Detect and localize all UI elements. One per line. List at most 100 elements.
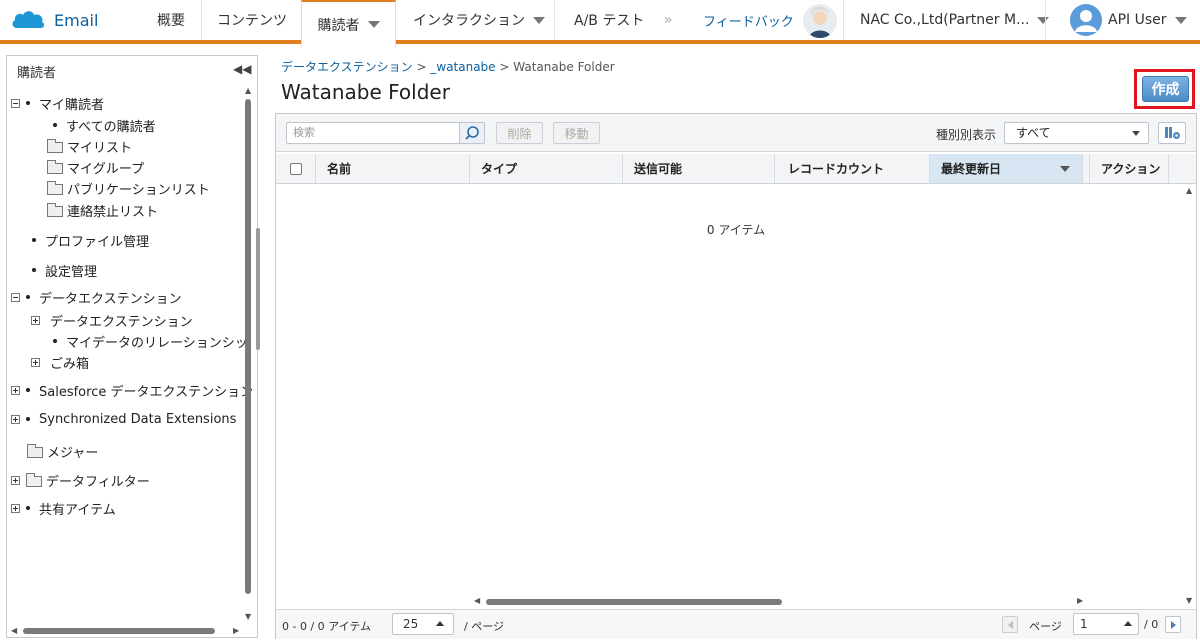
nav-subscribers-label: 購読者	[317, 17, 360, 34]
tree-item-my-lists[interactable]: マイリスト	[47, 137, 133, 156]
tree-item-synchronized-data-extensions[interactable]: Synchronized Data Extensions	[11, 410, 236, 428]
nav-subscribers[interactable]: 購読者	[301, 0, 396, 47]
tree-item-measures[interactable]: メジャー	[27, 442, 98, 461]
bullet-icon	[53, 339, 57, 343]
tree-item-preference-management[interactable]: 設定管理	[32, 261, 97, 280]
horizontal-scrollbar-thumb[interactable]	[23, 628, 215, 634]
breadcrumb-separator: >	[499, 60, 510, 74]
breadcrumb-link-data-extensions[interactable]: データエクステンション	[281, 60, 413, 74]
chevron-up-icon	[436, 621, 444, 626]
scroll-down-icon[interactable]: ▼	[1186, 596, 1192, 605]
tree-item-my-subscribers[interactable]: マイ購読者	[11, 94, 104, 113]
column-header-record-count[interactable]: レコードカウント	[775, 154, 930, 183]
tree-label: Synchronized Data Extensions	[39, 411, 237, 427]
column-header-name[interactable]: 名前	[316, 154, 470, 183]
nav-ab-test-label: A/B テスト	[574, 13, 645, 29]
nav-overflow-icon[interactable]: »	[664, 0, 673, 40]
tree-item-my-groups[interactable]: マイグループ	[47, 158, 144, 177]
scroll-left-icon[interactable]: ◀	[11, 626, 17, 635]
pane-splitter[interactable]	[256, 228, 260, 350]
nav-feedback[interactable]: フィードバック	[703, 0, 794, 40]
select-all-checkbox[interactable]	[289, 162, 302, 175]
tree-label: データエクステンション	[39, 291, 182, 307]
chevron-left-icon	[1008, 621, 1013, 629]
tree-item-data-filters[interactable]: データフィルター	[11, 471, 150, 490]
delete-button[interactable]: 削除	[496, 122, 543, 144]
nav-interactions[interactable]: インタラクション	[413, 0, 545, 40]
folder-icon	[47, 159, 63, 174]
scroll-right-icon[interactable]: ▶	[1077, 596, 1083, 605]
scroll-down-icon[interactable]: ▼	[245, 612, 251, 621]
next-page-button[interactable]	[1165, 616, 1181, 633]
expand-icon[interactable]	[11, 385, 20, 395]
tree-item-data-extensions[interactable]: データエクステンション	[11, 288, 182, 307]
page-size-select[interactable]: 25	[392, 613, 454, 635]
tree-item-recycle-bin[interactable]: ごみ箱	[31, 353, 89, 372]
vertical-scrollbar-thumb[interactable]	[245, 99, 251, 594]
expand-icon[interactable]	[11, 414, 20, 424]
tree-item-all-subscribers[interactable]: すべての購読者	[53, 116, 156, 135]
collapse-pane-icon[interactable]: ◀◀	[233, 62, 251, 76]
sort-descending-icon[interactable]	[1060, 166, 1070, 172]
account-switcher[interactable]: NAC Co.,Ltd(Partner M...	[860, 0, 1050, 40]
expand-icon[interactable]	[11, 475, 20, 485]
bullet-icon	[32, 238, 36, 242]
tree-item-salesforce-data-extensions[interactable]: Salesforce データエクステンション	[11, 381, 254, 400]
tree-item-profile-management[interactable]: プロファイル管理	[32, 231, 149, 250]
user-avatar-icon[interactable]	[1070, 4, 1102, 36]
previous-page-button[interactable]	[1002, 616, 1018, 633]
nav-ab-test[interactable]: A/B テスト	[574, 0, 644, 40]
breadcrumb-current: Watanabe Folder	[513, 60, 615, 74]
scroll-up-icon[interactable]: ▲	[1186, 186, 1192, 195]
tree-label: Salesforce データエクステンション	[39, 384, 254, 400]
tree-label: マイグループ	[67, 161, 144, 177]
page-number-input[interactable]: 1	[1073, 613, 1139, 635]
einstein-avatar-icon[interactable]	[803, 4, 837, 38]
scroll-left-icon[interactable]: ◀	[474, 596, 480, 605]
column-header-type[interactable]: タイプ	[470, 154, 623, 183]
expand-icon[interactable]	[31, 315, 40, 325]
type-filter-label: 種別別表示	[936, 128, 997, 142]
tree-item-publication-lists[interactable]: パブリケーションリスト	[47, 179, 210, 198]
tree-item-my-data-relationships[interactable]: マイデータのリレーションシッ	[53, 332, 248, 351]
tree-label: 連絡禁止リスト	[67, 204, 159, 220]
search-input[interactable]: 検索	[286, 122, 460, 144]
collapse-icon[interactable]	[11, 98, 20, 108]
expand-icon[interactable]	[31, 357, 40, 367]
folder-icon	[26, 472, 42, 487]
horizontal-scrollbar-thumb[interactable]	[486, 599, 782, 605]
user-menu[interactable]: API User	[1108, 0, 1187, 40]
type-filter-select[interactable]: すべて	[1004, 122, 1149, 144]
breadcrumb-link-watanabe[interactable]: _watanabe	[430, 60, 495, 74]
collapse-icon[interactable]	[11, 292, 20, 302]
per-page-label: / ページ	[464, 620, 504, 633]
account-label: NAC Co.,Ltd(Partner M...	[860, 12, 1030, 28]
scroll-up-icon[interactable]: ▲	[245, 86, 251, 95]
total-pages: / 0	[1144, 618, 1159, 631]
tree-label: マイデータのリレーションシッ	[66, 335, 248, 351]
nav-overflow-glyph: »	[664, 12, 673, 28]
breadcrumb: データエクステンション > _watanabe > Watanabe Folde…	[281, 58, 615, 75]
tree-item-shared-items[interactable]: 共有アイテム	[11, 499, 116, 518]
column-header-last-modified[interactable]: 最終更新日	[930, 154, 1083, 183]
brand[interactable]: Email	[10, 0, 98, 40]
tree-item-data-extensions-folder[interactable]: データエクステンション	[31, 311, 193, 330]
nav-content[interactable]: コンテンツ	[217, 0, 287, 40]
search-icon[interactable]	[459, 122, 485, 144]
chevron-down-icon	[533, 16, 545, 24]
nav-overview[interactable]: 概要	[157, 0, 185, 40]
column-header-sendable[interactable]: 送信可能	[623, 154, 775, 183]
chevron-up-icon	[1124, 621, 1132, 626]
chevron-down-icon	[367, 21, 380, 28]
bullet-icon	[26, 388, 30, 392]
column-settings-icon[interactable]	[1158, 122, 1186, 144]
scroll-right-icon[interactable]: ▶	[233, 626, 239, 635]
move-button[interactable]: 移動	[553, 122, 600, 144]
subscriber-tree-pane: 購読者 ◀◀ マイ購読者 すべての購読者 マイリスト マイグループ パブリケーシ…	[6, 55, 258, 638]
tree-item-suppression-lists[interactable]: 連絡禁止リスト	[47, 201, 159, 220]
top-nav-bar: Email 概要 コンテンツ 購読者 インタラクション A/B テスト » フィ…	[0, 0, 1200, 47]
create-button[interactable]: 作成	[1142, 76, 1189, 102]
tree-label: マイリスト	[67, 140, 133, 156]
expand-icon[interactable]	[11, 503, 20, 513]
chevron-down-icon	[1174, 16, 1187, 24]
